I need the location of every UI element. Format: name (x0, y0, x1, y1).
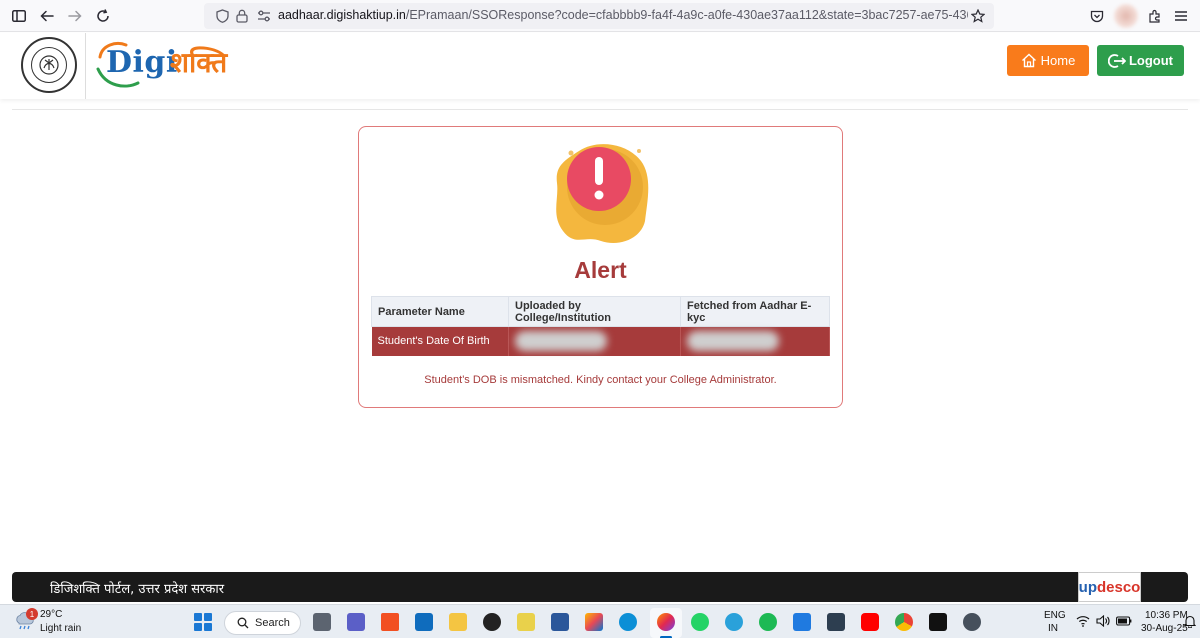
search-icon (237, 617, 249, 629)
windows-taskbar: 1 29°C Light rain Search ENG IN 10:36 PM… (0, 604, 1200, 638)
pocket-icon[interactable] (1088, 7, 1106, 25)
footer-bar: डिजिशक्ति पोर्टल, उत्तर प्रदेश सरकार up d… (12, 572, 1188, 602)
alert-title: Alert (574, 257, 627, 283)
edge-icon[interactable] (619, 613, 637, 631)
start-menu-icon[interactable] (194, 613, 212, 631)
chrome-icon[interactable] (895, 613, 913, 631)
mail-icon[interactable] (415, 613, 433, 631)
logo-latin-text: Digi (106, 45, 178, 80)
home-button-label: Home (1040, 53, 1076, 68)
clock-time[interactable]: 10:36 PM (1145, 610, 1188, 621)
battery-icon[interactable] (1116, 615, 1132, 627)
alert-message: Student's DOB is mismatched. Kindy conta… (424, 374, 777, 386)
terminal-icon[interactable] (827, 613, 845, 631)
notion-icon[interactable] (929, 613, 947, 631)
extensions-icon[interactable] (1146, 7, 1164, 25)
digishakti-logo[interactable]: Digi शक्ति (96, 39, 246, 93)
file-explorer-icon[interactable] (449, 613, 467, 631)
site-header: Digi शक्ति Home Logout (0, 33, 1200, 99)
telegram-icon[interactable] (725, 613, 743, 631)
language-code[interactable]: ENG (1044, 610, 1066, 621)
search-label: Search (255, 617, 290, 629)
weather-badge: 1 (26, 608, 38, 620)
lock-icon[interactable] (234, 8, 250, 24)
teams-icon[interactable] (347, 613, 365, 631)
content-divider (12, 109, 1188, 110)
weather-temperature[interactable]: 29°C (40, 609, 62, 620)
logout-icon (1107, 53, 1126, 68)
microsoft-store-icon[interactable] (381, 613, 399, 631)
parameter-cell: Student's Date Of Birth (371, 326, 509, 356)
clock-date[interactable]: 30-Aug-25 (1141, 623, 1188, 634)
notification-bell-icon[interactable] (1184, 615, 1196, 628)
logo-hindi-text: शक्ति (170, 46, 228, 79)
task-view-icon[interactable] (313, 613, 331, 631)
settings-gear-app-icon[interactable] (483, 613, 501, 631)
sidebar-toggle-icon[interactable] (10, 7, 28, 25)
alert-card: Alert Parameter Name Uploaded by College… (358, 126, 843, 408)
whatsapp-icon[interactable] (691, 613, 709, 631)
permissions-icon[interactable] (256, 8, 272, 24)
address-bar[interactable]: aadhaar.digishaktiup.in/EPramaan/SSOResp… (204, 3, 994, 29)
logout-button[interactable]: Logout (1097, 45, 1184, 76)
column-header-uploaded: Uploaded by College/Institution (508, 296, 681, 327)
uploaded-value-cell (508, 326, 681, 356)
weather-description[interactable]: Light rain (40, 623, 81, 634)
home-icon (1021, 53, 1036, 68)
table-row: Student's Date Of Birth (371, 326, 830, 356)
browser-toolbar: aadhaar.digishaktiup.in/EPramaan/SSOResp… (0, 0, 1200, 32)
app-diamond-icon[interactable] (793, 613, 811, 631)
settings-icon[interactable] (963, 613, 981, 631)
photos-icon[interactable] (585, 613, 603, 631)
volume-icon[interactable] (1096, 615, 1110, 627)
home-button[interactable]: Home (1007, 45, 1089, 76)
menu-icon[interactable] (1172, 7, 1190, 25)
word-icon[interactable] (551, 613, 569, 631)
government-seal-logo (21, 37, 77, 93)
url-text[interactable]: aadhaar.digishaktiup.in/EPramaan/SSOResp… (278, 8, 968, 22)
column-header-parameter: Parameter Name (371, 296, 509, 327)
updesco-logo[interactable]: up desco (1078, 572, 1141, 602)
taskbar-search[interactable]: Search (224, 611, 301, 635)
emblem-icon (39, 55, 59, 75)
spotify-icon[interactable] (759, 613, 777, 631)
table-header-row: Parameter Name Uploaded by College/Insti… (371, 296, 830, 327)
back-arrow-icon[interactable] (38, 7, 56, 25)
footer-text: डिजिशक्ति पोर्टल, उत्तर प्रदेश सरकार (50, 582, 225, 597)
sticky-notes-icon[interactable] (517, 613, 535, 631)
alert-exclamation-icon (556, 144, 649, 243)
reload-icon[interactable] (94, 7, 112, 25)
wifi-icon[interactable] (1076, 615, 1090, 627)
column-header-fetched: Fetched from Aadhar E-kyc (680, 296, 830, 327)
firefox-icon[interactable] (657, 613, 675, 631)
mismatch-table: Parameter Name Uploaded by College/Insti… (371, 296, 830, 356)
redacted-value (515, 331, 607, 352)
language-region[interactable]: IN (1048, 623, 1058, 634)
fetched-value-cell (680, 326, 830, 356)
account-avatar[interactable] (1114, 4, 1138, 28)
logout-button-label: Logout (1128, 53, 1174, 68)
forward-arrow-icon[interactable] (66, 7, 84, 25)
redacted-value (687, 331, 779, 352)
bookmark-star-icon[interactable] (970, 8, 986, 24)
header-divider (85, 33, 86, 99)
youtube-icon[interactable] (861, 613, 879, 631)
shield-icon[interactable] (214, 8, 230, 24)
